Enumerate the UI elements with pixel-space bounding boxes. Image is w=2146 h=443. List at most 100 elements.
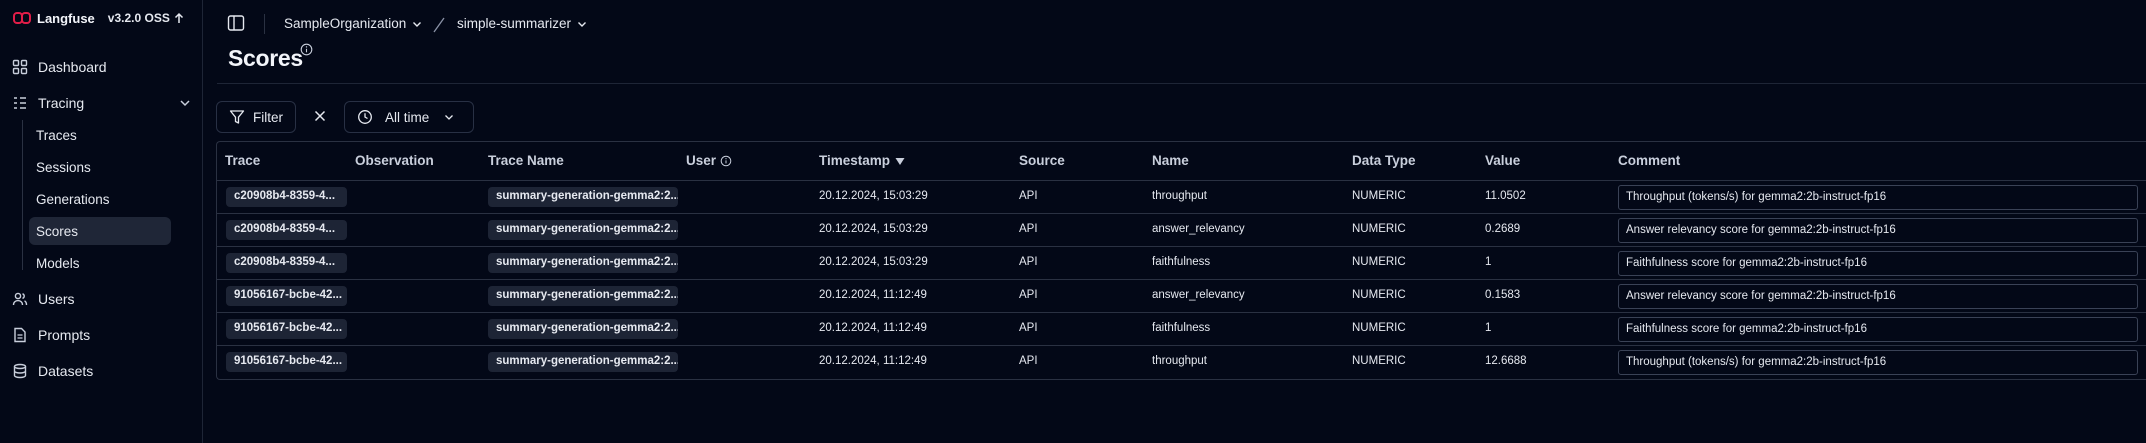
data-type-cell: NUMERIC <box>1352 223 1406 235</box>
table-row[interactable]: c20908b4-8359-4... summary-generation-ge… <box>217 214 2146 247</box>
sidebar-subitem-label: Scores <box>36 223 79 239</box>
value-cell: 1 <box>1485 322 1492 334</box>
langfuse-logo-icon <box>13 12 31 24</box>
table-row[interactable]: c20908b4-8359-4... summary-generation-ge… <box>217 247 2146 280</box>
score-name-cell: throughput <box>1152 190 1207 202</box>
sidebar-item-sessions[interactable]: Sessions <box>29 153 171 181</box>
column-header-trace-name[interactable]: Trace Name <box>488 153 564 168</box>
table-row[interactable]: 91056167-bcbe-42... summary-generation-g… <box>217 346 2146 379</box>
value-cell: 1 <box>1485 256 1492 268</box>
users-icon <box>12 291 28 307</box>
comment-cell[interactable]: Throughput (tokens/s) for gemma2:2b-inst… <box>1618 185 2138 210</box>
column-header-trace[interactable]: Trace <box>225 153 260 168</box>
comment-cell[interactable]: Throughput (tokens/s) for gemma2:2b-inst… <box>1618 350 2138 375</box>
sidebar-item-traces[interactable]: Traces <box>29 121 171 149</box>
brand[interactable]: Langfuse v3.2.0 OSS <box>13 9 184 27</box>
scores-table: Trace Observation Trace Name User Timest… <box>216 141 2146 380</box>
table-row[interactable]: 91056167-bcbe-42... summary-generation-g… <box>217 313 2146 346</box>
info-icon[interactable] <box>720 155 732 167</box>
sidebar-item-label: Datasets <box>38 363 94 379</box>
filter-label: Filter <box>253 109 283 125</box>
timestamp-cell: 20.12.2024, 15:03:29 <box>819 223 928 235</box>
sidebar-item-label: Tracing <box>38 95 85 111</box>
timestamp-cell: 20.12.2024, 11:12:49 <box>819 322 927 334</box>
chevron-down-icon <box>413 21 422 27</box>
trace-name-badge[interactable]: summary-generation-gemma2:2... <box>488 352 678 372</box>
trace-name-badge[interactable]: summary-generation-gemma2:2... <box>488 220 678 240</box>
sidebar-subitem-label: Traces <box>36 127 77 143</box>
trace-id-badge[interactable]: c20908b4-8359-4... <box>226 220 347 240</box>
trace-id-badge[interactable]: 91056167-bcbe-42... <box>226 352 347 372</box>
sidebar-item-tracing[interactable]: Tracing <box>12 88 192 118</box>
source-cell: API <box>1019 322 1038 334</box>
comment-cell[interactable]: Answer relevancy score for gemma2:2b-ins… <box>1618 218 2138 243</box>
column-header-comment[interactable]: Comment <box>1618 153 1680 168</box>
column-header-source[interactable]: Source <box>1019 153 1065 168</box>
database-icon <box>12 363 28 379</box>
column-header-name[interactable]: Name <box>1152 153 1189 168</box>
data-type-cell: NUMERIC <box>1352 355 1406 367</box>
comment-cell[interactable]: Answer relevancy score for gemma2:2b-ins… <box>1618 284 2138 309</box>
sidebar-item-datasets[interactable]: Datasets <box>12 356 93 386</box>
score-name-cell: faithfulness <box>1152 256 1211 268</box>
sidebar-item-label: Prompts <box>38 327 91 343</box>
header-divider <box>217 83 2146 84</box>
sidebar-item-dashboard[interactable]: Dashboard <box>12 52 107 82</box>
sidebar-item-prompts[interactable]: Prompts <box>12 320 90 350</box>
sidebar-item-label: Dashboard <box>38 59 107 75</box>
list-tree-icon <box>12 95 28 111</box>
chevron-down-icon[interactable] <box>178 96 192 110</box>
source-cell: API <box>1019 190 1038 202</box>
file-text-icon <box>12 327 28 343</box>
comment-cell[interactable]: Faithfulness score for gemma2:2b-instruc… <box>1618 317 2138 342</box>
time-range-select[interactable]: All time <box>344 101 474 133</box>
sidebar-item-users[interactable]: Users <box>12 284 75 314</box>
sidebar-subitem-label: Generations <box>36 191 110 207</box>
data-type-cell: NUMERIC <box>1352 256 1406 268</box>
comment-cell[interactable]: Faithfulness score for gemma2:2b-instruc… <box>1618 251 2138 276</box>
trace-name-badge[interactable]: summary-generation-gemma2:2... <box>488 319 678 339</box>
breadcrumb-project[interactable]: simple-summarizer <box>457 16 588 31</box>
grid-icon <box>12 59 28 75</box>
column-header-user[interactable]: User <box>686 153 732 168</box>
sidebar-item-models[interactable]: Models <box>29 249 171 277</box>
table-header: Trace Observation Trace Name User Timest… <box>217 142 2146 181</box>
timestamp-cell: 20.12.2024, 15:03:29 <box>819 256 928 268</box>
table-row[interactable]: c20908b4-8359-4... summary-generation-ge… <box>217 181 2146 214</box>
data-type-cell: NUMERIC <box>1352 322 1406 334</box>
score-name-cell: answer_relevancy <box>1152 223 1245 235</box>
column-header-data-type[interactable]: Data Type <box>1352 153 1416 168</box>
column-header-timestamp[interactable]: Timestamp <box>819 153 906 168</box>
timestamp-cell: 20.12.2024, 11:12:49 <box>819 355 927 367</box>
column-header-observation[interactable]: Observation <box>355 153 434 168</box>
value-cell: 12.6688 <box>1485 355 1527 367</box>
sidebar: Langfuse v3.2.0 OSS Dashboard Tracing Tr… <box>0 0 203 443</box>
breadcrumb-slash-icon <box>433 17 445 33</box>
trace-id-badge[interactable]: c20908b4-8359-4... <box>226 187 347 207</box>
app-version[interactable]: v3.2.0 OSS <box>108 11 170 25</box>
sidebar-item-scores[interactable]: Scores <box>29 217 171 245</box>
page-title: Scores <box>228 45 303 71</box>
trace-id-badge[interactable]: c20908b4-8359-4... <box>226 253 347 273</box>
trace-name-badge[interactable]: summary-generation-gemma2:2... <box>488 286 678 306</box>
trace-id-badge[interactable]: 91056167-bcbe-42... <box>226 319 347 339</box>
panel-left-icon[interactable] <box>227 14 245 32</box>
source-cell: API <box>1019 256 1038 268</box>
sub-nav-guide <box>22 120 23 270</box>
info-icon[interactable] <box>300 43 313 56</box>
trace-name-badge[interactable]: summary-generation-gemma2:2... <box>488 187 678 207</box>
sidebar-item-label: Users <box>38 291 75 307</box>
table-row[interactable]: 91056167-bcbe-42... summary-generation-g… <box>217 280 2146 313</box>
breadcrumb-divider <box>264 14 265 34</box>
column-header-value[interactable]: Value <box>1485 153 1520 168</box>
clear-filter-icon[interactable] <box>313 109 327 123</box>
breadcrumb-organization[interactable]: SampleOrganization <box>284 16 423 31</box>
value-cell: 0.1583 <box>1485 289 1521 301</box>
trace-name-badge[interactable]: summary-generation-gemma2:2... <box>488 253 678 273</box>
trace-id-badge[interactable]: 91056167-bcbe-42... <box>226 286 347 306</box>
data-type-cell: NUMERIC <box>1352 190 1406 202</box>
sidebar-item-generations[interactable]: Generations <box>29 185 171 213</box>
filter-button[interactable]: Filter <box>216 101 296 133</box>
source-cell: API <box>1019 289 1038 301</box>
sidebar-subitem-label: Models <box>36 255 80 271</box>
